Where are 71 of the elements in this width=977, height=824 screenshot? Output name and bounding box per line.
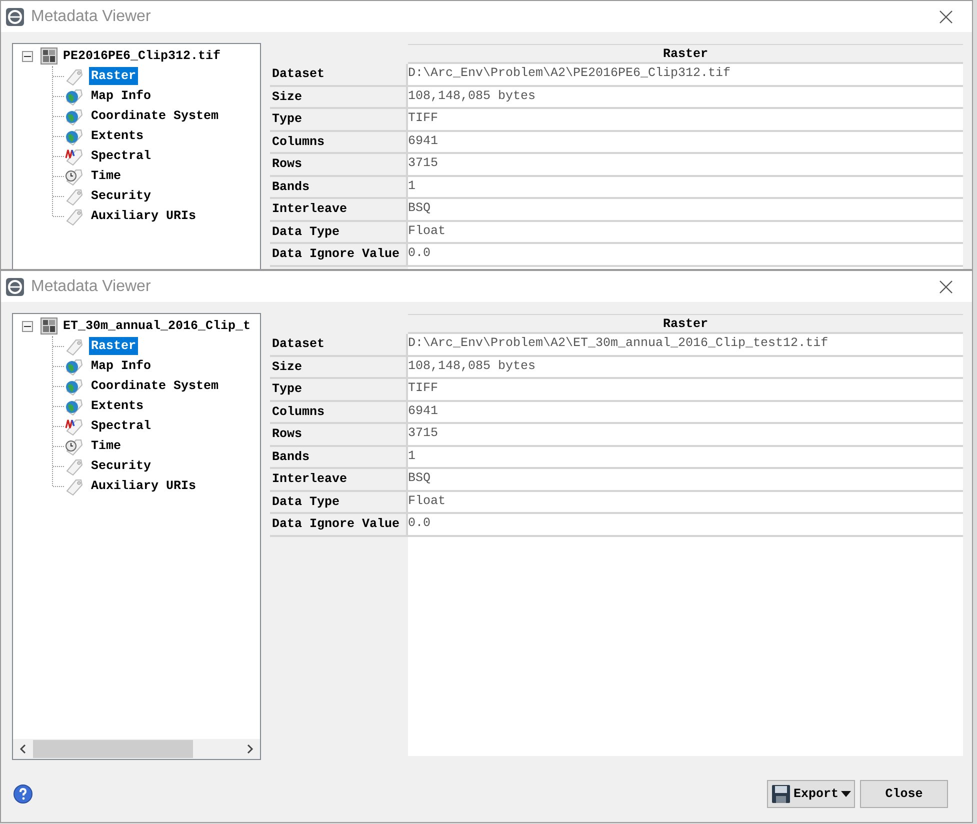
table-cell: TIFF: [408, 379, 963, 402]
scrollbar-thumb[interactable]: [33, 740, 193, 758]
collapse-icon[interactable]: [22, 320, 33, 332]
table-cell: 3715: [408, 154, 963, 176]
row-header: Data Ignore Value: [270, 514, 408, 536]
table-cell: BSQ: [408, 199, 963, 222]
column-header[interactable]: Raster: [408, 314, 963, 334]
tree-root-item[interactable]: PE2016PE6_Clip312.tif: [63, 46, 221, 66]
table-cell: Float: [408, 492, 963, 514]
tree-item[interactable]: Auxiliary URIs: [89, 476, 198, 496]
app-icon: [5, 6, 25, 26]
tree-item[interactable]: Security: [89, 456, 154, 476]
tree-item[interactable]: Coordinate System: [89, 376, 221, 396]
row-header: Rows: [270, 424, 408, 446]
tree-item[interactable]: Raster: [89, 336, 138, 356]
close-button[interactable]: Close: [860, 780, 948, 808]
row-header: Rows: [270, 154, 408, 176]
tree-item[interactable]: Raster: [89, 66, 138, 86]
tree-item[interactable]: Time: [89, 166, 124, 186]
help-icon[interactable]: [13, 784, 33, 804]
export-button[interactable]: Export: [767, 780, 855, 808]
row-header: Dataset: [270, 334, 408, 356]
row-header: Size: [270, 86, 408, 109]
collapse-icon[interactable]: [22, 50, 33, 62]
row-header: Interleave: [270, 199, 408, 222]
scroll-left-icon[interactable]: [19, 744, 27, 754]
tree-item[interactable]: Map Info: [89, 356, 154, 376]
table-cell: 1: [408, 446, 963, 469]
tree-item[interactable]: Extents: [89, 396, 146, 416]
tree-item[interactable]: Coordinate System: [89, 106, 221, 126]
row-header: Data Type: [270, 222, 408, 244]
tree-item[interactable]: Map Info: [89, 86, 154, 106]
caret-icon: [840, 791, 850, 797]
table-cell: 3715: [408, 424, 963, 446]
row-header: Type: [270, 109, 408, 132]
table-cell: BSQ: [408, 469, 963, 492]
save-icon: [771, 784, 792, 804]
table-cell: 108,148,085 bytes: [408, 86, 963, 109]
row-header: Interleave: [270, 469, 408, 492]
row-header: Data Ignore Value: [270, 244, 408, 266]
window-title: Metadata Viewer: [31, 6, 151, 26]
tree-item[interactable]: Spectral: [89, 416, 154, 436]
table-cell: 6941: [408, 132, 963, 154]
tree-item[interactable]: Time: [89, 436, 124, 456]
row-header: Dataset: [270, 64, 408, 86]
row-header: Data Type: [270, 492, 408, 514]
scroll-right-icon[interactable]: [246, 744, 254, 754]
tree-item[interactable]: Security: [89, 186, 154, 206]
tree-item[interactable]: Extents: [89, 126, 146, 146]
row-header: Columns: [270, 402, 408, 424]
row-header: Bands: [270, 176, 408, 199]
table-cell: D:\Arc_Env\Problem\A2\ET_30m_annual_2016_Clip_test12.tif: [408, 334, 963, 356]
table-cell: TIFF: [408, 109, 963, 132]
row-header: Type: [270, 379, 408, 402]
tree-root-item[interactable]: ET_30m_annual_2016_Clip_t: [63, 316, 251, 336]
app-icon: [5, 276, 25, 296]
horizontal-scrollbar[interactable]: [13, 739, 260, 759]
table-cell: 6941: [408, 402, 963, 424]
column-header[interactable]: Raster: [408, 44, 963, 64]
table-cell: Float: [408, 222, 963, 244]
tree-item[interactable]: Auxiliary URIs: [89, 206, 198, 226]
table-cell: 0.0: [408, 244, 963, 266]
table-cell: 108,148,085 bytes: [408, 356, 963, 379]
tree-item[interactable]: Spectral: [89, 146, 154, 166]
table-cell: 0.0: [408, 514, 963, 536]
table-cell: 1: [408, 176, 963, 199]
row-header: Columns: [270, 132, 408, 154]
window-title: Metadata Viewer: [31, 276, 151, 296]
row-header: Bands: [270, 446, 408, 469]
table-cell: D:\Arc_Env\Problem\A2\PE2016PE6_Clip312.tif: [408, 64, 963, 86]
row-header: Size: [270, 356, 408, 379]
